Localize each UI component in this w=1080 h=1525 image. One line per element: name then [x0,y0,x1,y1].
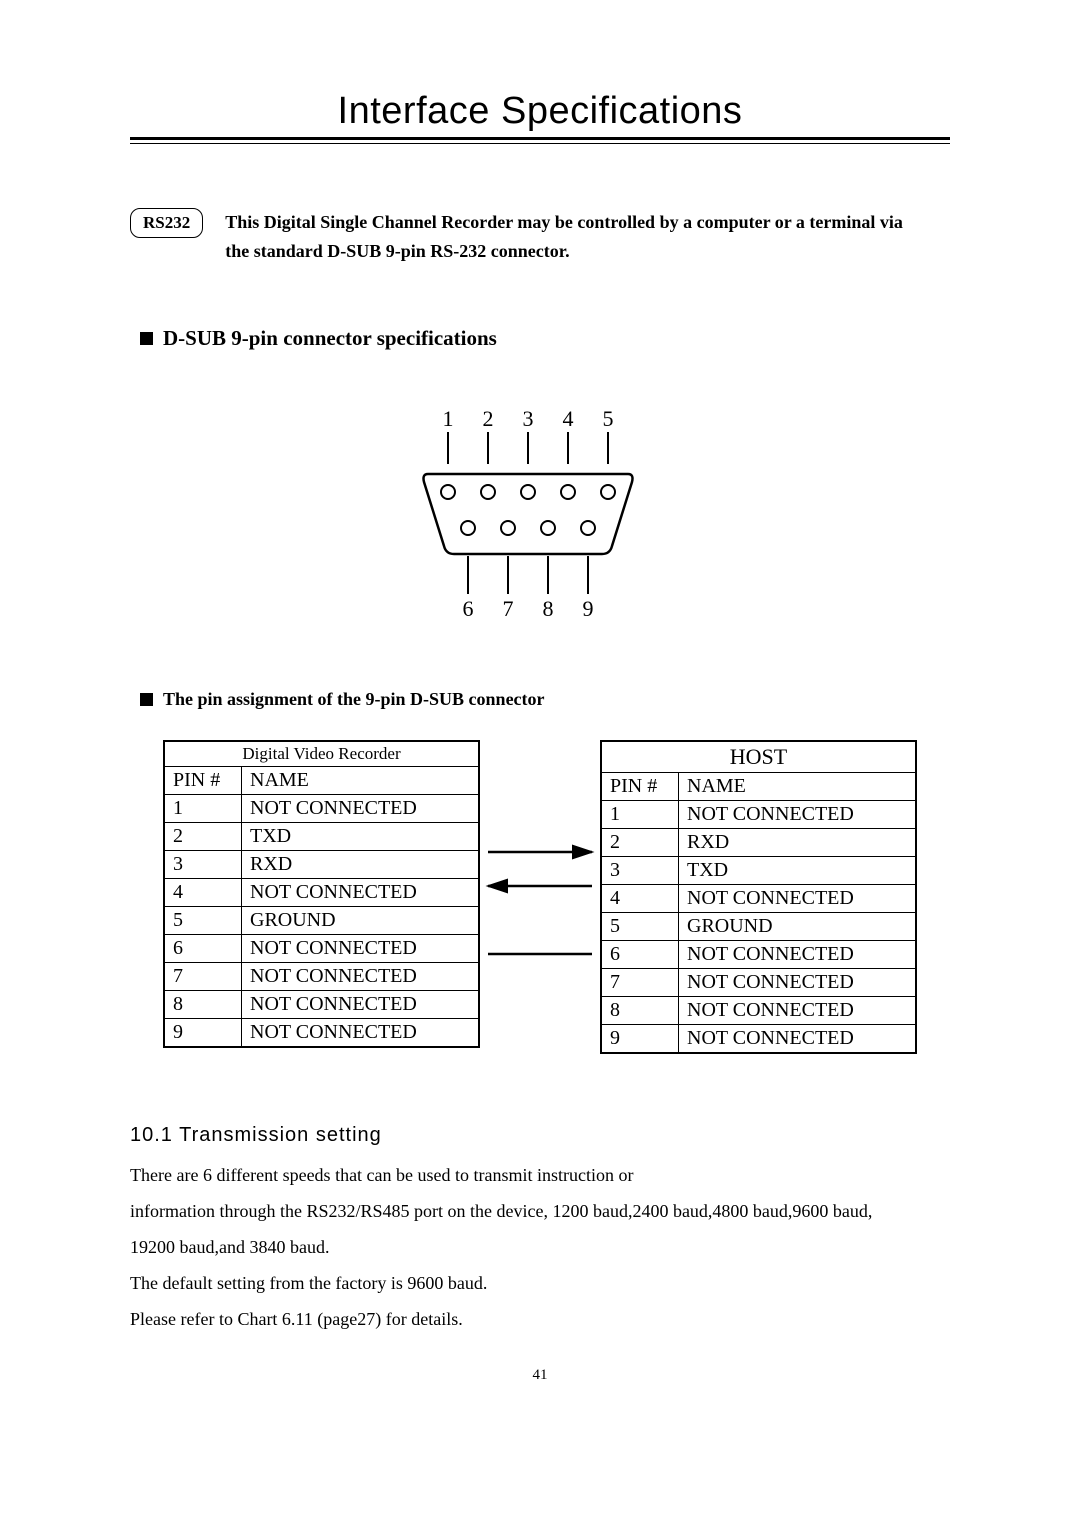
pin-label: 4 [563,406,574,431]
body-line: The default setting from the factory is … [130,1265,950,1301]
col-header-pin: PIN # [164,766,242,794]
table-row: 1NOT CONNECTED [164,794,479,822]
rs232-section: RS232 This Digital Single Channel Record… [130,208,950,266]
rs232-description: This Digital Single Channel Recorder may… [225,208,903,266]
host-pin-table: HOST PIN # NAME 1NOT CONNECTED 2RXD 3TXD… [600,740,917,1054]
table-row: 2TXD [164,822,479,850]
rs232-line1: This Digital Single Channel Recorder may… [225,212,903,232]
table-row: 6NOT CONNECTED [164,934,479,962]
section-10-1-body: There are 6 different speeds that can be… [130,1157,950,1337]
page-number: 41 [130,1367,950,1384]
rs232-badge: RS232 [130,208,203,238]
table-row: 3TXD [601,856,916,884]
page-title: Interface Specifications [130,90,950,133]
pin-label: 6 [463,596,474,621]
square-bullet-icon [140,332,153,345]
table-row: 4NOT CONNECTED [164,878,479,906]
body-line: There are 6 different speeds that can be… [130,1157,950,1193]
square-bullet-icon [140,693,153,706]
table-row: 5GROUND [164,906,479,934]
body-line: Please refer to Chart 6.11 (page27) for … [130,1301,950,1337]
pin-label: 2 [483,406,494,431]
pin-label: 1 [443,406,454,431]
col-header-name: NAME [679,772,917,800]
table-row: 5GROUND [601,912,916,940]
dvr-pin-table: Digital Video Recorder PIN # NAME 1NOT C… [163,740,480,1048]
arrows-svg [480,830,600,1010]
table-row: 6NOT CONNECTED [601,940,916,968]
col-header-name: NAME [242,766,480,794]
body-line: 19200 baud,and 3840 baud. [130,1229,950,1265]
table-row: 7NOT CONNECTED [601,968,916,996]
dsub-connector-diagram: 1 2 3 4 5 [130,406,950,631]
dsub-svg: 1 2 3 4 5 [410,406,670,626]
dvr-table-title: Digital Video Recorder [164,741,479,767]
pin-assignment-heading: The pin assignment of the 9-pin D-SUB co… [140,689,950,710]
table-row: 8NOT CONNECTED [601,996,916,1024]
pin-label: 7 [503,596,514,621]
title-rule-light [130,143,950,144]
pin-label: 3 [523,406,534,431]
table-row: 4NOT CONNECTED [601,884,916,912]
pin-label: 5 [603,406,614,431]
dsub-spec-heading: D-SUB 9-pin connector specifications [140,326,950,351]
pin-assignment-heading-text: The pin assignment of the 9-pin D-SUB co… [163,689,545,710]
table-row: 3RXD [164,850,479,878]
rs232-line2: the standard D-SUB 9-pin RS-232 connecto… [225,241,569,261]
host-table-title: HOST [601,741,916,773]
body-line: information through the RS232/RS485 port… [130,1193,950,1229]
pin-label: 9 [583,596,594,621]
table-row: 8NOT CONNECTED [164,990,479,1018]
section-10-1-heading: 10.1 Transmission setting [130,1124,950,1147]
table-row: 7NOT CONNECTED [164,962,479,990]
table-row: 2RXD [601,828,916,856]
table-row: 9NOT CONNECTED [164,1018,479,1047]
pin-label: 8 [543,596,554,621]
title-rule-heavy [130,137,950,140]
col-header-pin: PIN # [601,772,679,800]
pin-tables: Digital Video Recorder PIN # NAME 1NOT C… [130,740,950,1054]
dsub-spec-heading-text: D-SUB 9-pin connector specifications [163,326,497,351]
page: Interface Specifications RS232 This Digi… [0,0,1080,1444]
connection-arrows [480,740,600,1015]
table-row: 1NOT CONNECTED [601,800,916,828]
table-row: 9NOT CONNECTED [601,1024,916,1053]
